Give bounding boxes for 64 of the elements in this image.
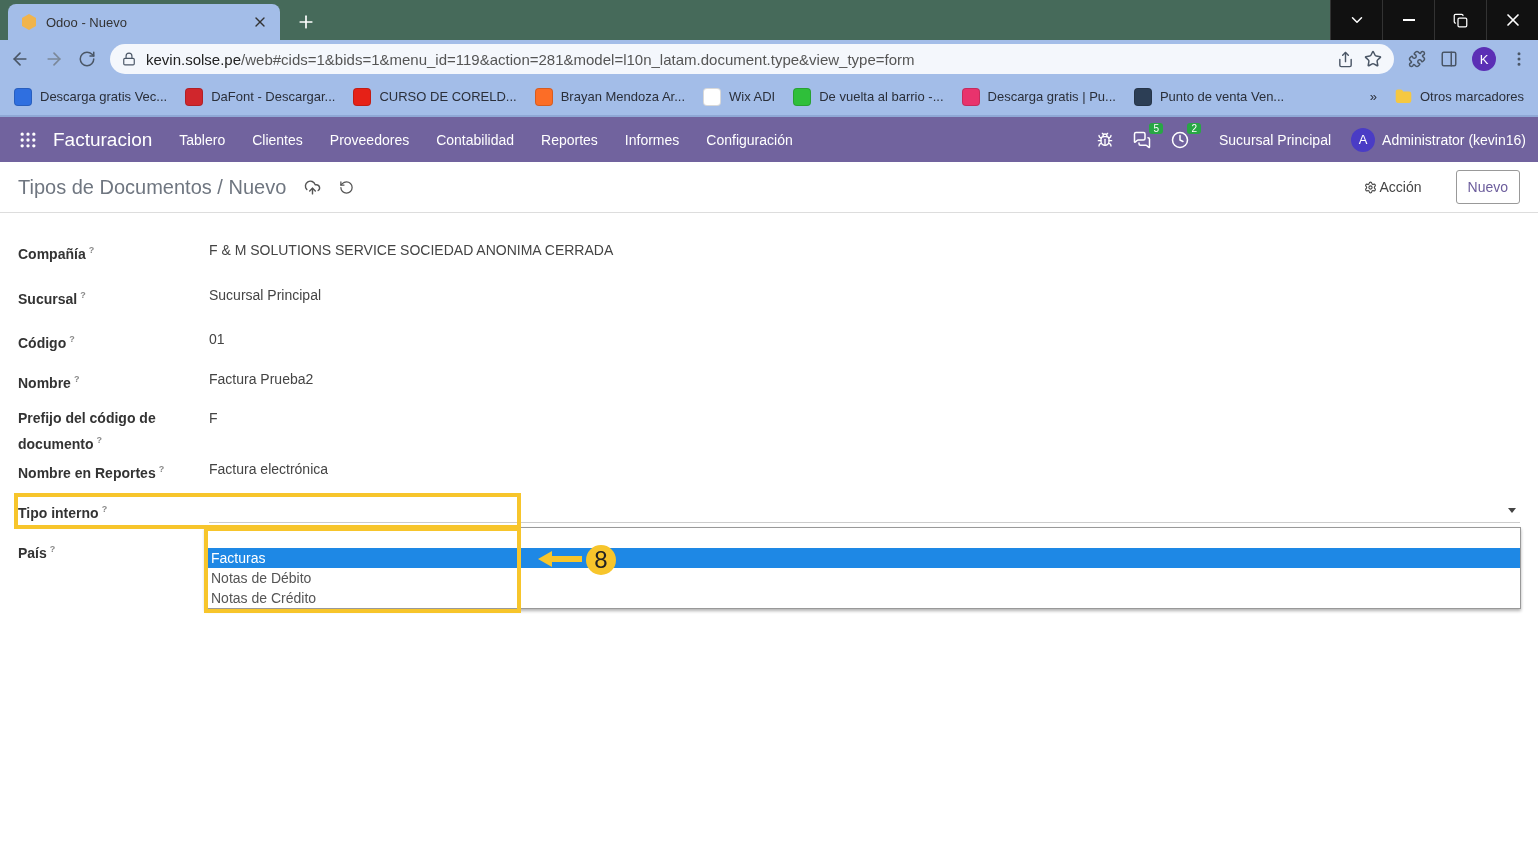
cloud-upload-icon[interactable] bbox=[304, 178, 322, 196]
user-menu[interactable]: A Administrator (kevin16) bbox=[1351, 127, 1526, 152]
bookmark[interactable]: Punto de venta Ven... bbox=[1133, 87, 1285, 106]
action-button[interactable]: Acción bbox=[1357, 178, 1428, 196]
menu-item[interactable]: Clientes bbox=[252, 131, 303, 148]
menu-item[interactable]: Configuración bbox=[706, 131, 793, 148]
bookmark[interactable]: DaFont - Descargar... bbox=[185, 87, 336, 106]
menu-item[interactable]: Reportes bbox=[541, 131, 598, 148]
field-label: Nombre $^{?}$ bbox=[18, 373, 81, 393]
menu-item[interactable]: Informes bbox=[624, 131, 680, 148]
side-panel-icon[interactable] bbox=[1440, 50, 1458, 68]
field-label: Código $^{?}$ bbox=[18, 333, 76, 353]
puzzle-icon[interactable] bbox=[1408, 50, 1426, 68]
tab-title: Odoo - Nuevo bbox=[46, 14, 128, 30]
share-icon[interactable] bbox=[1337, 50, 1354, 68]
field-value: Factura Prueba2 bbox=[209, 370, 315, 389]
bookmark[interactable]: Descarga gratis Vec... bbox=[14, 87, 168, 106]
branch-switcher[interactable]: Sucursal Principal bbox=[1219, 131, 1332, 148]
arrow-icon bbox=[538, 551, 582, 567]
folder-icon bbox=[1394, 88, 1412, 105]
bookmark[interactable]: Wix ADI bbox=[703, 87, 776, 106]
app-name[interactable]: Facturacion bbox=[53, 128, 153, 151]
new-button[interactable]: Nuevo bbox=[1455, 170, 1520, 204]
field-value: F bbox=[209, 409, 219, 428]
clock-icon[interactable] bbox=[1171, 130, 1189, 149]
field-label: Tipo interno $^{?}$ bbox=[18, 503, 109, 523]
menu-item[interactable]: Contabilidad bbox=[436, 131, 515, 148]
caret-icon bbox=[1508, 507, 1516, 513]
field-value: 01 bbox=[209, 330, 226, 349]
more-bookmarks[interactable]: » bbox=[1369, 89, 1377, 104]
field-value: F & M SOLUTIONS SERVICE SOCIEDAD ANONIMA CERRADA bbox=[209, 241, 615, 260]
field-label: Nombre en Reportes $^{?}$ bbox=[18, 463, 166, 483]
field-value: Factura electrónica bbox=[209, 460, 330, 479]
bug-icon[interactable] bbox=[1097, 131, 1113, 148]
bookmark[interactable]: Brayan Mendoza Ar... bbox=[534, 87, 685, 106]
field-label: País $^{?}$ bbox=[18, 543, 57, 563]
browser-tab[interactable]: Odoo - Nuevo bbox=[8, 4, 280, 40]
hexagon-icon bbox=[20, 13, 38, 31]
url-text: kevin.solse.pe/web#cids=1&bids=1&menu_id=119&action=281&model=l10n_latam.document.type&view_type=form bbox=[146, 50, 916, 68]
field-label: Sucursal $^{?}$ bbox=[18, 289, 87, 309]
message-count: 5 bbox=[1149, 122, 1163, 134]
field-label: Compañía $^{?}$ bbox=[18, 244, 96, 264]
activity-count: 2 bbox=[1187, 122, 1201, 134]
field-value: Sucursal Principal bbox=[209, 286, 323, 305]
dropdown-option[interactable]: Notas de Crédito bbox=[206, 588, 1520, 608]
chat-icon[interactable] bbox=[1133, 130, 1151, 149]
star-icon[interactable] bbox=[1364, 50, 1382, 68]
other-bookmarks[interactable]: Otros marcadores bbox=[1394, 88, 1524, 105]
gear-icon bbox=[1363, 180, 1377, 194]
minimize-icon bbox=[1402, 19, 1415, 21]
profile-avatar[interactable]: K bbox=[1472, 47, 1496, 71]
address-bar[interactable]: kevin.solse.pe/web#cids=1&bids=1&menu_id=119&action=281&model=l10n_latam.document.type&view_type=form bbox=[110, 44, 1394, 74]
field-label: Prefijo del código de documento $^{?}$ bbox=[18, 409, 157, 454]
bookmark[interactable]: CURSO DE CORELD... bbox=[353, 87, 517, 106]
undo-icon[interactable] bbox=[339, 179, 355, 195]
lock-icon bbox=[122, 52, 136, 66]
restore-icon bbox=[1453, 12, 1468, 28]
user-avatar: A bbox=[1351, 127, 1376, 152]
reload-icon[interactable] bbox=[78, 50, 96, 68]
menu-item[interactable]: Proveedores bbox=[329, 131, 410, 148]
bookmark[interactable]: Descarga gratis | Pu... bbox=[961, 87, 1116, 106]
breadcrumb: Tipos de Documentos / Nuevo bbox=[18, 175, 287, 199]
bookmark[interactable]: De vuelta al barrio -... bbox=[793, 87, 944, 106]
menu-item[interactable]: Tablero bbox=[179, 131, 226, 148]
